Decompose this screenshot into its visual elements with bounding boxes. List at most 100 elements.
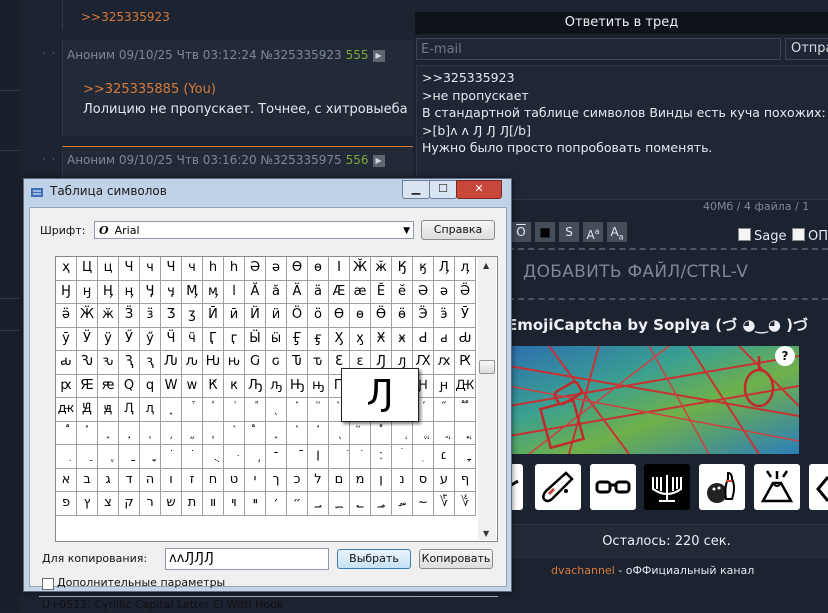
reply-link[interactable]: >>325335885 (You)	[83, 82, 216, 97]
character-cell[interactable]: Ӕ	[329, 280, 350, 304]
character-cell[interactable]: ӣ	[224, 304, 245, 328]
character-cell[interactable]: Ԇ	[119, 351, 140, 375]
character-cell[interactable]: ש	[161, 492, 182, 516]
character-cell[interactable]: ӥ	[266, 304, 287, 328]
character-cell[interactable]: Ԟ	[203, 374, 224, 398]
character-cell[interactable]: װ	[203, 492, 224, 516]
character-cell[interactable]: ؄	[392, 492, 413, 516]
character-cell[interactable]: Ӡ	[161, 304, 182, 328]
character-cell[interactable]: ԡ	[266, 374, 287, 398]
character-cell[interactable]: א	[56, 468, 77, 492]
character-cell[interactable]: Ӳ	[119, 327, 140, 351]
character-cell[interactable]: ԏ	[308, 351, 329, 375]
character-cell[interactable]: ԛ	[140, 374, 161, 398]
character-cell[interactable]: ӓ	[308, 280, 329, 304]
character-cell[interactable]: ֗	[287, 398, 308, 422]
character-cell[interactable]: Ӓ	[287, 280, 308, 304]
character-cell[interactable]: ԕ	[434, 351, 455, 375]
character-cell[interactable]: ӱ	[98, 327, 119, 351]
sage-checkbox[interactable]: Sage	[738, 228, 786, 244]
character-cell[interactable]: ֳ	[455, 421, 476, 445]
character-cell[interactable]: ӆ	[455, 257, 476, 281]
character-cell[interactable]: ד	[119, 468, 140, 492]
superscript-button[interactable]: Aa	[583, 222, 603, 242]
captcha-emoji-option[interactable]	[754, 464, 800, 510]
character-cell[interactable]: ֭	[329, 421, 350, 445]
character-cell[interactable]: Ӫ	[371, 304, 392, 328]
character-cell[interactable]: פ	[56, 492, 77, 516]
character-cell[interactable]: ӊ	[119, 280, 140, 304]
character-cell[interactable]: ג	[98, 468, 119, 492]
grid-scrollbar[interactable]: ▲ ▼	[478, 257, 496, 540]
character-cell[interactable]: ԣ	[308, 374, 329, 398]
character-cell[interactable]: ֑	[161, 398, 182, 422]
character-cell[interactable]: Ӯ	[455, 304, 476, 328]
character-cell[interactable]: Ӝ	[77, 304, 98, 328]
character-cell[interactable]: ؇	[455, 492, 476, 516]
subscript-button[interactable]: Aa	[607, 222, 627, 242]
scroll-down-icon[interactable]: ▼	[483, 529, 489, 538]
character-cell[interactable]: Ԣ	[287, 374, 308, 398]
character-cell[interactable]: ׀	[308, 445, 329, 469]
character-cell[interactable]: ־	[266, 445, 287, 469]
character-cell[interactable]: ԇ	[140, 351, 161, 375]
captcha-emoji-option[interactable]	[590, 464, 636, 510]
character-cell[interactable]: ԙ	[98, 374, 119, 398]
reply-link[interactable]: >>325335923	[81, 10, 170, 24]
character-cell[interactable]: Ӑ	[245, 280, 266, 304]
character-cell[interactable]: ֧	[203, 421, 224, 445]
character-cell[interactable]: ч	[140, 257, 161, 281]
character-cell[interactable]: ֤	[140, 421, 161, 445]
add-file-button[interactable]: ДОБАВИТЬ ФАЙЛ/CTRL-V	[523, 262, 748, 282]
character-cell[interactable]: ך	[266, 468, 287, 492]
character-cell[interactable]: ֩	[245, 421, 266, 445]
character-cell[interactable]: ֡	[77, 421, 98, 445]
overline-button[interactable]: O	[511, 222, 531, 242]
character-cell[interactable]: Ԗ	[455, 351, 476, 375]
character-cell[interactable]: Ӣ	[203, 304, 224, 328]
character-cell[interactable]: נ	[392, 468, 413, 492]
character-cell[interactable]: ӷ	[224, 327, 245, 351]
character-cell[interactable]: ׇ	[455, 445, 476, 469]
character-cell[interactable]: ӗ	[392, 280, 413, 304]
minimize-button[interactable]: ▁	[402, 180, 430, 199]
character-cell[interactable]: ؀	[308, 492, 329, 516]
character-cell[interactable]: ؅	[413, 492, 434, 516]
character-cell[interactable]: ו	[161, 468, 182, 492]
character-cell[interactable]: Ӂ	[350, 257, 371, 281]
character-cell[interactable]: Ԯ	[119, 398, 140, 422]
character-cell[interactable]: ׄ	[392, 445, 413, 469]
character-cell[interactable]: Ԁ	[413, 327, 434, 351]
character-cell[interactable]: צ	[98, 492, 119, 516]
character-cell[interactable]: ֹ	[161, 445, 182, 469]
character-cell[interactable]: ԫ	[56, 398, 77, 422]
copy-field[interactable]: ʌʌԒԒԒ	[165, 548, 329, 570]
character-cell[interactable]: ԉ	[182, 351, 203, 375]
captcha-emoji-option[interactable]	[644, 464, 690, 510]
character-cell[interactable]: ԯ	[140, 398, 161, 422]
character-cell[interactable]: ֫	[287, 421, 308, 445]
character-cell[interactable]: ֨	[224, 421, 245, 445]
window-titlebar[interactable]: Таблица символов ▁ ☐ ✕	[24, 179, 511, 205]
character-cell[interactable]: Ԫ	[455, 374, 476, 398]
character-cell[interactable]: ӳ	[140, 327, 161, 351]
character-cell[interactable]: ֮	[350, 421, 371, 445]
character-cell[interactable]: Ӌ	[140, 280, 161, 304]
op-checkbox[interactable]: ОП	[792, 228, 828, 244]
character-cell[interactable]: ԅ	[98, 351, 119, 375]
character-cell[interactable]: ө	[308, 257, 329, 281]
character-cell[interactable]: ב	[77, 468, 98, 492]
character-cell[interactable]: ֓	[203, 398, 224, 422]
character-cell[interactable]: ֪	[266, 421, 287, 445]
checkbox-box[interactable]	[792, 228, 805, 241]
character-cell[interactable]: Ӥ	[245, 304, 266, 328]
character-cell[interactable]: ּ	[224, 445, 245, 469]
character-cell[interactable]: ӂ	[371, 257, 392, 281]
character-cell[interactable]: ְ	[392, 421, 413, 445]
character-cell[interactable]: ל	[308, 468, 329, 492]
character-cell[interactable]: ӵ	[182, 327, 203, 351]
character-cell[interactable]: ֕	[245, 398, 266, 422]
character-cell[interactable]: Ԍ	[245, 351, 266, 375]
character-cell[interactable]: ם	[329, 468, 350, 492]
scroll-thumb[interactable]	[479, 360, 495, 374]
